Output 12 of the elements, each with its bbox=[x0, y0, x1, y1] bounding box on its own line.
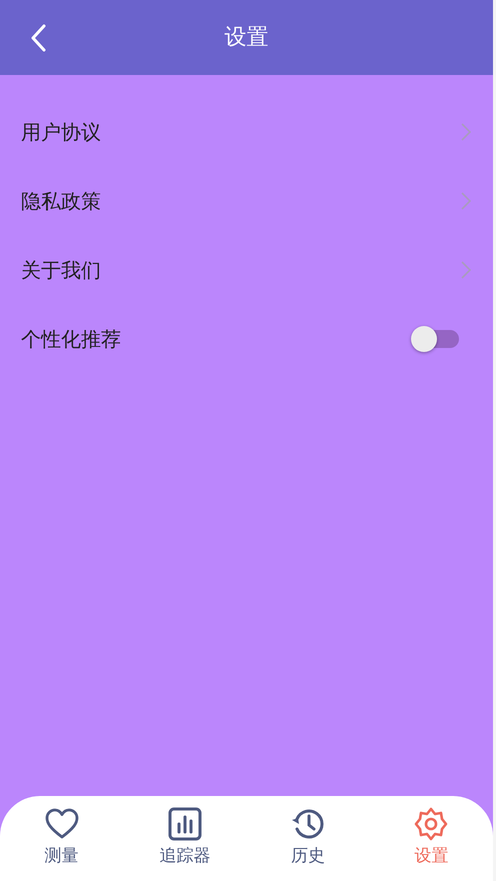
gear-icon[interactable] bbox=[414, 806, 448, 842]
setting-label: 用户协议 bbox=[21, 118, 101, 146]
setting-label: 关于我们 bbox=[21, 256, 101, 284]
setting-label: 个性化推荐 bbox=[21, 326, 121, 352]
nav-tab[interactable]: 追踪器 bbox=[123, 796, 246, 881]
nav-tab[interactable]: 测量 bbox=[0, 796, 124, 881]
back-icon[interactable] bbox=[30, 24, 46, 52]
toggle-switch[interactable] bbox=[411, 326, 459, 352]
page-title: 设置 bbox=[224, 24, 268, 52]
bar-chart-icon[interactable] bbox=[168, 806, 202, 842]
nav-tab[interactable]: 历史 bbox=[246, 796, 370, 881]
setting-label: 隐私政策 bbox=[21, 188, 101, 214]
